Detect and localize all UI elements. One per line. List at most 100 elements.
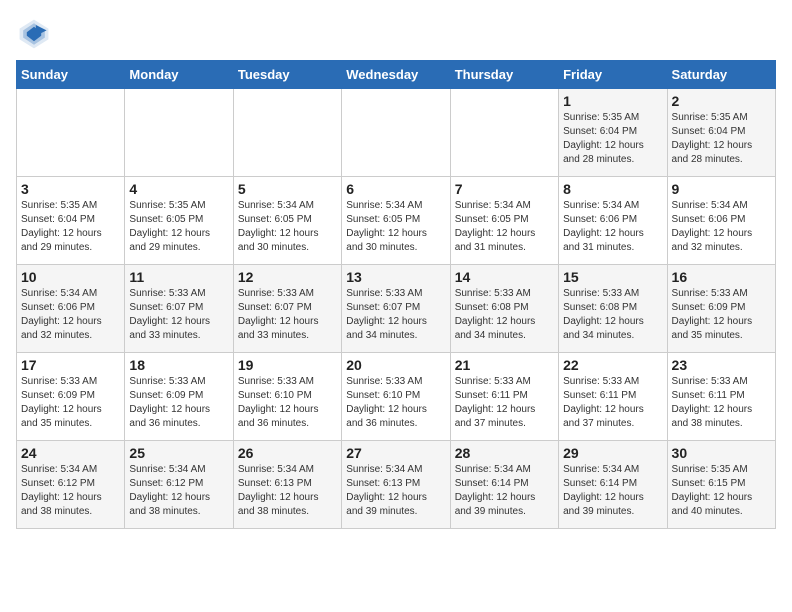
- day-info: Sunrise: 5:35 AM Sunset: 6:04 PM Dayligh…: [21, 199, 120, 255]
- calendar-cell: 30 Sunrise: 5:35 AM Sunset: 6:15 PM Dayli…: [667, 441, 775, 529]
- day-info: Sunrise: 5:34 AM Sunset: 6:12 PM Dayligh…: [21, 463, 120, 519]
- day-number: 25: [129, 445, 228, 461]
- calendar-cell: 17 Sunrise: 5:33 AM Sunset: 6:09 PM Dayli…: [17, 353, 125, 441]
- calendar-cell: [17, 89, 125, 177]
- calendar-cell: 9 Sunrise: 5:34 AM Sunset: 6:06 PM Daylig…: [667, 177, 775, 265]
- weekday-header-wednesday: Wednesday: [342, 61, 450, 89]
- day-number: 1: [563, 93, 662, 109]
- calendar-cell: [450, 89, 558, 177]
- day-info: Sunrise: 5:33 AM Sunset: 6:07 PM Dayligh…: [346, 287, 445, 343]
- day-number: 19: [238, 357, 337, 373]
- calendar-cell: 12Sunrise: 5:33 AM Sunset: 6:07 PM Dayli…: [233, 265, 341, 353]
- day-info: Sunrise: 5:34 AM Sunset: 6:12 PM Dayligh…: [129, 463, 228, 519]
- logo-icon: [16, 16, 52, 52]
- day-info: Sunrise: 5:33 AM Sunset: 6:09 PM Dayligh…: [21, 375, 120, 431]
- calendar-cell: 14 Sunrise: 5:33 AM Sunset: 6:08 PM Dayli…: [450, 265, 558, 353]
- calendar-cell: 6Sunrise: 5:34 AM Sunset: 6:05 PM Daylig…: [342, 177, 450, 265]
- calendar-cell: 26 Sunrise: 5:34 AM Sunset: 6:13 PM Dayli…: [233, 441, 341, 529]
- day-info: Sunrise: 5:33 AM Sunset: 6:09 PM Dayligh…: [129, 375, 228, 431]
- logo: [16, 16, 56, 52]
- calendar-cell: 28 Sunrise: 5:34 AM Sunset: 6:14 PM Dayli…: [450, 441, 558, 529]
- day-number: 12: [238, 269, 337, 285]
- calendar-cell: 2 Sunrise: 5:35 AM Sunset: 6:04 PM Daylig…: [667, 89, 775, 177]
- day-info: Sunrise: 5:35 AM Sunset: 6:04 PM Dayligh…: [672, 111, 771, 167]
- day-number: 16: [672, 269, 771, 285]
- calendar-cell: [233, 89, 341, 177]
- day-number: 13: [346, 269, 445, 285]
- day-number: 10: [21, 269, 120, 285]
- calendar-table: SundayMondayTuesdayWednesdayThursdayFrid…: [16, 60, 776, 529]
- day-number: 22: [563, 357, 662, 373]
- calendar-cell: 7 Sunrise: 5:34 AM Sunset: 6:05 PM Daylig…: [450, 177, 558, 265]
- calendar-cell: 13 Sunrise: 5:33 AM Sunset: 6:07 PM Dayli…: [342, 265, 450, 353]
- calendar-cell: [125, 89, 233, 177]
- weekday-header-monday: Monday: [125, 61, 233, 89]
- day-info: Sunrise: 5:34 AM Sunset: 6:06 PM Dayligh…: [672, 199, 771, 255]
- day-info: Sunrise: 5:35 AM Sunset: 6:15 PM Dayligh…: [672, 463, 771, 519]
- calendar-cell: 4Sunrise: 5:35 AM Sunset: 6:05 PM Daylig…: [125, 177, 233, 265]
- day-info: Sunrise: 5:33 AM Sunset: 6:08 PM Dayligh…: [563, 287, 662, 343]
- day-info: Sunrise: 5:34 AM Sunset: 6:13 PM Dayligh…: [238, 463, 337, 519]
- weekday-header-sunday: Sunday: [17, 61, 125, 89]
- day-info: Sunrise: 5:33 AM Sunset: 6:11 PM Dayligh…: [563, 375, 662, 431]
- calendar-cell: 16 Sunrise: 5:33 AM Sunset: 6:09 PM Dayli…: [667, 265, 775, 353]
- calendar-cell: 11 Sunrise: 5:33 AM Sunset: 6:07 PM Dayli…: [125, 265, 233, 353]
- day-info: Sunrise: 5:34 AM Sunset: 6:13 PM Dayligh…: [346, 463, 445, 519]
- day-number: 27: [346, 445, 445, 461]
- calendar-cell: 29 Sunrise: 5:34 AM Sunset: 6:14 PM Dayli…: [559, 441, 667, 529]
- calendar-cell: 23Sunrise: 5:33 AM Sunset: 6:11 PM Dayli…: [667, 353, 775, 441]
- day-number: 11: [129, 269, 228, 285]
- day-number: 17: [21, 357, 120, 373]
- day-info: Sunrise: 5:34 AM Sunset: 6:05 PM Dayligh…: [238, 199, 337, 255]
- weekday-header-saturday: Saturday: [667, 61, 775, 89]
- day-number: 28: [455, 445, 554, 461]
- calendar-cell: 24 Sunrise: 5:34 AM Sunset: 6:12 PM Dayli…: [17, 441, 125, 529]
- day-number: 6: [346, 181, 445, 197]
- calendar-cell: 20 Sunrise: 5:33 AM Sunset: 6:10 PM Dayli…: [342, 353, 450, 441]
- day-number: 23: [672, 357, 771, 373]
- calendar-cell: 27 Sunrise: 5:34 AM Sunset: 6:13 PM Dayli…: [342, 441, 450, 529]
- day-number: 4: [129, 181, 228, 197]
- calendar-cell: 22 Sunrise: 5:33 AM Sunset: 6:11 PM Dayli…: [559, 353, 667, 441]
- day-info: Sunrise: 5:33 AM Sunset: 6:08 PM Dayligh…: [455, 287, 554, 343]
- day-number: 20: [346, 357, 445, 373]
- day-info: Sunrise: 5:34 AM Sunset: 6:06 PM Dayligh…: [21, 287, 120, 343]
- weekday-header-friday: Friday: [559, 61, 667, 89]
- day-number: 2: [672, 93, 771, 109]
- header: [16, 16, 776, 52]
- day-info: Sunrise: 5:34 AM Sunset: 6:06 PM Dayligh…: [563, 199, 662, 255]
- calendar-cell: 3 Sunrise: 5:35 AM Sunset: 6:04 PM Daylig…: [17, 177, 125, 265]
- day-number: 14: [455, 269, 554, 285]
- day-number: 9: [672, 181, 771, 197]
- weekday-header-tuesday: Tuesday: [233, 61, 341, 89]
- calendar-cell: [342, 89, 450, 177]
- day-info: Sunrise: 5:34 AM Sunset: 6:05 PM Dayligh…: [455, 199, 554, 255]
- calendar-cell: 8 Sunrise: 5:34 AM Sunset: 6:06 PM Daylig…: [559, 177, 667, 265]
- day-info: Sunrise: 5:33 AM Sunset: 6:10 PM Dayligh…: [346, 375, 445, 431]
- day-number: 26: [238, 445, 337, 461]
- day-info: Sunrise: 5:33 AM Sunset: 6:10 PM Dayligh…: [238, 375, 337, 431]
- day-number: 29: [563, 445, 662, 461]
- day-number: 8: [563, 181, 662, 197]
- day-number: 18: [129, 357, 228, 373]
- calendar-cell: 1 Sunrise: 5:35 AM Sunset: 6:04 PM Daylig…: [559, 89, 667, 177]
- calendar-cell: 5 Sunrise: 5:34 AM Sunset: 6:05 PM Daylig…: [233, 177, 341, 265]
- day-number: 3: [21, 181, 120, 197]
- weekday-header-thursday: Thursday: [450, 61, 558, 89]
- day-number: 24: [21, 445, 120, 461]
- calendar-cell: 25 Sunrise: 5:34 AM Sunset: 6:12 PM Dayli…: [125, 441, 233, 529]
- calendar-cell: 21 Sunrise: 5:33 AM Sunset: 6:11 PM Dayli…: [450, 353, 558, 441]
- day-number: 21: [455, 357, 554, 373]
- calendar-cell: 10 Sunrise: 5:34 AM Sunset: 6:06 PM Dayli…: [17, 265, 125, 353]
- day-number: 5: [238, 181, 337, 197]
- day-info: Sunrise: 5:33 AM Sunset: 6:09 PM Dayligh…: [672, 287, 771, 343]
- day-info: Sunrise: 5:34 AM Sunset: 6:14 PM Dayligh…: [455, 463, 554, 519]
- calendar-cell: 18 Sunrise: 5:33 AM Sunset: 6:09 PM Dayli…: [125, 353, 233, 441]
- day-info: Sunrise: 5:33 AM Sunset: 6:07 PM Dayligh…: [129, 287, 228, 343]
- day-number: 7: [455, 181, 554, 197]
- day-info: Sunrise: 5:35 AM Sunset: 6:04 PM Dayligh…: [563, 111, 662, 167]
- day-number: 30: [672, 445, 771, 461]
- calendar-cell: 15Sunrise: 5:33 AM Sunset: 6:08 PM Dayli…: [559, 265, 667, 353]
- day-info: Sunrise: 5:34 AM Sunset: 6:14 PM Dayligh…: [563, 463, 662, 519]
- day-info: Sunrise: 5:33 AM Sunset: 6:11 PM Dayligh…: [455, 375, 554, 431]
